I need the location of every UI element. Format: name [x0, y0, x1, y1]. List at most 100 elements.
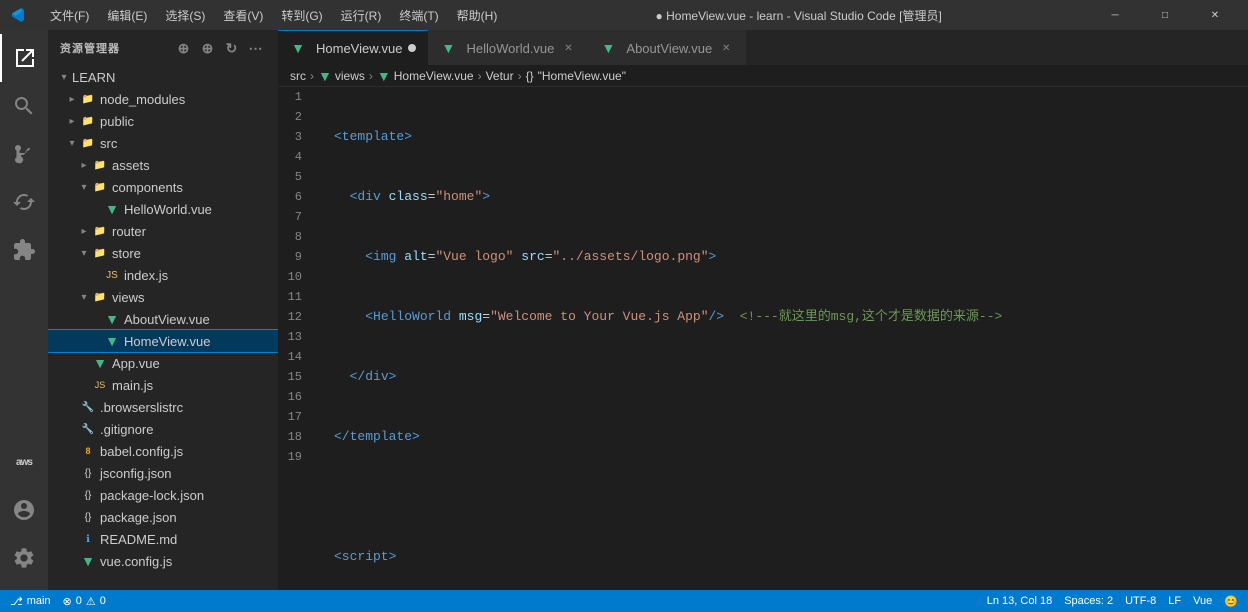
menu-select[interactable]: 选择(S) — [157, 5, 213, 26]
ln-7: 7 — [278, 207, 314, 227]
tab-close-helloworld[interactable]: ✕ — [560, 40, 576, 56]
activity-source-control[interactable] — [0, 130, 48, 178]
refresh-explorer-button[interactable]: ↻ — [222, 38, 242, 58]
sidebar-item-app-vue[interactable]: ▼ App.vue — [48, 352, 278, 374]
jsconfig-chevron — [64, 465, 80, 481]
status-encoding[interactable]: UTF-8 — [1125, 595, 1156, 607]
branch-name: main — [27, 595, 51, 607]
activity-debug[interactable] — [0, 178, 48, 226]
indexjs-label: index.js — [124, 268, 168, 283]
sidebar-item-package-lock[interactable]: {} package-lock.json — [48, 484, 278, 506]
status-cursor[interactable]: Ln 13, Col 18 — [987, 595, 1052, 607]
code-line-8: <script> — [334, 547, 1248, 567]
menu-file[interactable]: 文件(F) — [42, 5, 97, 26]
menu-view[interactable]: 查看(V) — [215, 5, 271, 26]
status-errors[interactable]: ⊗ 0 ⚠ 0 — [63, 595, 106, 608]
ln-1: 1 — [278, 87, 314, 107]
sidebar-item-helloworld-vue[interactable]: ▼ HelloWorld.vue — [48, 198, 278, 220]
window-controls[interactable]: ─ □ ✕ — [1092, 0, 1238, 30]
views-label: views — [112, 290, 145, 305]
tab-aboutview[interactable]: ▼ AboutView.vue ✕ — [588, 30, 746, 65]
homeview-chevron — [88, 333, 104, 349]
status-eol[interactable]: LF — [1168, 595, 1181, 607]
breadcrumb-views-label: views — [335, 69, 365, 83]
breadcrumb-homeview[interactable]: ▼ HomeView.vue — [377, 68, 474, 84]
error-count: 0 — [76, 595, 82, 607]
sidebar-item-components[interactable]: 📁 components — [48, 176, 278, 198]
breadcrumb-filename: "HomeView.vue" — [538, 69, 626, 83]
sidebar-item-babel-config[interactable]: 8 babel.config.js — [48, 440, 278, 462]
ln-10: 10 — [278, 267, 314, 287]
sidebar-item-node-modules[interactable]: 📁 node_modules — [48, 88, 278, 110]
breadcrumb-vetur[interactable]: Vetur — [486, 69, 514, 83]
sidebar-item-vue-config[interactable]: ▼ vue.config.js — [48, 550, 278, 572]
sidebar-item-readme[interactable]: ℹ README.md — [48, 528, 278, 550]
sidebar-item-learn[interactable]: LEARN — [48, 66, 278, 88]
mainjs-chevron — [76, 377, 92, 393]
tab-close-aboutview[interactable]: ✕ — [718, 40, 734, 56]
sidebar-header-icons[interactable]: ⊕ ⊕ ↻ ⋯ — [174, 38, 266, 58]
breadcrumb-views[interactable]: ▼ views — [318, 68, 365, 84]
sidebar-item-gitignore[interactable]: 🔧 .gitignore — [48, 418, 278, 440]
activity-extensions[interactable] — [0, 226, 48, 274]
tab-vue-icon: ▼ — [600, 40, 616, 56]
sidebar-item-public[interactable]: 📁 public — [48, 110, 278, 132]
branch-icon: ⎇ — [10, 595, 23, 608]
status-language[interactable]: Vue — [1193, 595, 1212, 607]
babelconfig-chevron — [64, 443, 80, 459]
sidebar-item-browserslistrc[interactable]: 🔧 .browserslistrc — [48, 396, 278, 418]
code-editor[interactable]: 1 2 3 4 5 6 7 8 9 10 11 12 13 14 15 16 1… — [278, 87, 1248, 590]
learn-chevron — [56, 69, 72, 85]
tab-bar: ▼ HomeView.vue ▼ HelloWorld.vue ✕ ▼ Abou… — [278, 30, 1248, 65]
menu-goto[interactable]: 转到(G) — [273, 5, 330, 26]
sidebar-item-src[interactable]: 📁 src — [48, 132, 278, 154]
breadcrumb-vetur-label: Vetur — [486, 69, 514, 83]
main-layout: aws 资源管理器 ⊕ ⊕ ↻ ⋯ LEARN — [0, 30, 1248, 590]
activity-aws[interactable]: aws — [0, 438, 48, 486]
menu-run[interactable]: 运行(R) — [333, 5, 390, 26]
menu-bar[interactable]: 文件(F) 编辑(E) 选择(S) 查看(V) 转到(G) 运行(R) 终端(T… — [42, 5, 505, 26]
new-folder-button[interactable]: ⊕ — [198, 38, 218, 58]
jsconfig-label: jsconfig.json — [100, 466, 172, 481]
maximize-button[interactable]: □ — [1142, 0, 1188, 30]
sidebar-item-main-js[interactable]: JS main.js — [48, 374, 278, 396]
new-file-button[interactable]: ⊕ — [174, 38, 194, 58]
sidebar-item-store[interactable]: 📁 store — [48, 242, 278, 264]
activity-settings[interactable] — [0, 534, 48, 582]
status-feedback[interactable]: 😊 — [1224, 595, 1238, 608]
menu-terminal[interactable]: 终端(T) — [391, 5, 446, 26]
sidebar-item-package-json[interactable]: {} package.json — [48, 506, 278, 528]
close-button[interactable]: ✕ — [1192, 0, 1238, 30]
ln-2: 2 — [278, 107, 314, 127]
activity-account[interactable] — [0, 486, 48, 534]
menu-edit[interactable]: 编辑(E) — [99, 5, 155, 26]
sidebar-item-jsconfig[interactable]: {} jsconfig.json — [48, 462, 278, 484]
aboutview-label: AboutView.vue — [124, 312, 210, 327]
status-branch[interactable]: ⎇ main — [10, 595, 51, 608]
code-line-2: <div class="home"> — [334, 187, 1248, 207]
window-title: ● HomeView.vue - learn - Visual Studio C… — [505, 7, 1092, 24]
tab-helloworld[interactable]: ▼ HelloWorld.vue ✕ — [428, 30, 588, 65]
title-bar: 文件(F) 编辑(E) 选择(S) 查看(V) 转到(G) 运行(R) 终端(T… — [0, 0, 1248, 30]
sidebar-item-views[interactable]: 📁 views — [48, 286, 278, 308]
tab-homeview[interactable]: ▼ HomeView.vue — [278, 30, 428, 65]
menu-help[interactable]: 帮助(H) — [449, 5, 506, 26]
babel-icon: 8 — [80, 443, 96, 459]
title-bar-left: 文件(F) 编辑(E) 选择(S) 查看(V) 转到(G) 运行(R) 终端(T… — [10, 5, 505, 26]
breadcrumb-src[interactable]: src — [290, 69, 306, 83]
sidebar-item-index-js[interactable]: JS index.js — [48, 264, 278, 286]
sidebar-item-homeview-vue[interactable]: ▼ HomeView.vue — [48, 330, 278, 352]
sidebar-item-router[interactable]: 📁 router — [48, 220, 278, 242]
sidebar-item-aboutview-vue[interactable]: ▼ AboutView.vue — [48, 308, 278, 330]
code-line-1: <template> — [334, 127, 1248, 147]
status-spaces[interactable]: Spaces: 2 — [1064, 595, 1113, 607]
activity-search[interactable] — [0, 82, 48, 130]
tab-helloworld-label: HelloWorld.vue — [466, 41, 554, 56]
sidebar-item-assets[interactable]: 📁 assets — [48, 154, 278, 176]
activity-explorer[interactable] — [0, 34, 48, 82]
browserslistrc-chevron — [64, 399, 80, 415]
collapse-all-button[interactable]: ⋯ — [246, 38, 266, 58]
code-line-5: </div> — [334, 367, 1248, 387]
minimize-button[interactable]: ─ — [1092, 0, 1138, 30]
code-content[interactable]: <template> <div class="home"> <img alt="… — [326, 87, 1248, 590]
